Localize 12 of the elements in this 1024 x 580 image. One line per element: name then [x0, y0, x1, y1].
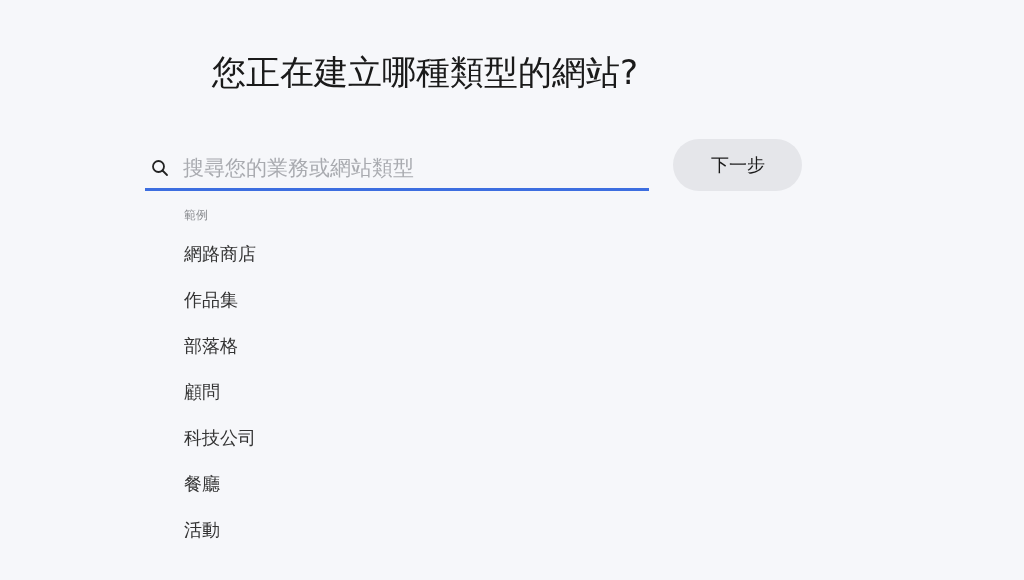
next-button[interactable]: 下一步	[673, 138, 802, 191]
example-item[interactable]: 網路商店	[184, 242, 256, 266]
example-item[interactable]: 作品集	[184, 288, 238, 312]
example-item[interactable]: 科技公司	[184, 426, 256, 450]
example-item[interactable]: 餐廳	[184, 472, 220, 496]
page-title: 您正在建立哪種類型的網站?	[212, 51, 640, 94]
search-icon	[151, 159, 169, 177]
search-field[interactable]: 搜尋您的業務或網站類型	[183, 156, 643, 180]
example-item[interactable]: 顧問	[184, 380, 220, 404]
example-item[interactable]: 部落格	[184, 334, 238, 358]
example-item[interactable]: 活動	[184, 518, 220, 542]
examples-heading: 範例	[184, 207, 208, 224]
